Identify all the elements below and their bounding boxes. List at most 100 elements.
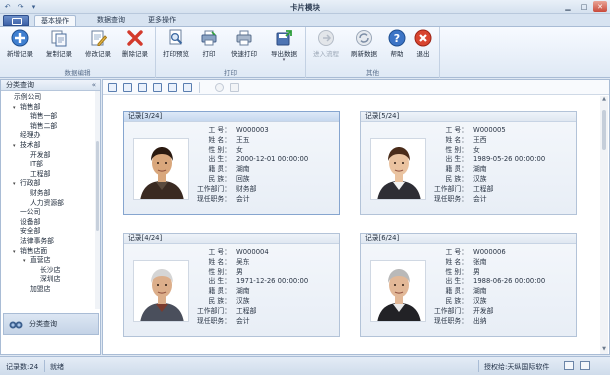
field-value: 1988-06-26 00:00:00 bbox=[473, 277, 546, 286]
tab-basic-operations[interactable]: 基本操作 bbox=[34, 15, 76, 26]
tree-node[interactable]: 设备部 bbox=[13, 218, 40, 227]
refresh-data-button[interactable]: 刷新数据 bbox=[346, 29, 382, 67]
tab-data-query[interactable]: 数据查询 bbox=[91, 15, 131, 26]
field-row: 姓 名： 吴东 bbox=[192, 258, 308, 268]
status-separator bbox=[478, 360, 479, 372]
grid-view-icon[interactable] bbox=[168, 83, 177, 92]
record-card-header: 记录[3/24] bbox=[124, 112, 339, 122]
field-row: 性 别： 女 bbox=[429, 146, 545, 156]
record-card[interactable]: 记录[4/24] 工 号： W000004 姓 名： 吴东性 别： 男出 生： 1971-1… bbox=[123, 233, 340, 337]
field-row: 工作部门： 工程部 bbox=[429, 185, 545, 195]
field-label: 籍 贯： bbox=[445, 287, 468, 296]
tree-node[interactable]: 开发部 bbox=[23, 151, 50, 160]
single-card-view-icon[interactable] bbox=[108, 83, 117, 92]
category-query-button[interactable]: 分类查询 bbox=[3, 313, 99, 335]
tree-node[interactable]: 加盟店 bbox=[23, 285, 50, 294]
scroll-thumb[interactable] bbox=[602, 110, 606, 150]
tree-node[interactable]: ▾ 行政部 bbox=[13, 179, 40, 188]
tree-toggle-icon[interactable]: ▾ bbox=[23, 257, 30, 266]
enter-workflow-button[interactable]: 进入流程 bbox=[308, 29, 344, 67]
close-window-button[interactable]: ✕ bbox=[593, 1, 607, 12]
tree-node[interactable]: 示例公司 bbox=[7, 93, 41, 102]
new-record-button[interactable]: 新增记录 bbox=[3, 29, 37, 67]
tree-node[interactable]: 销售二部 bbox=[23, 122, 57, 131]
tree-node[interactable]: 安全部 bbox=[13, 227, 40, 236]
tree-node-label: 工程部 bbox=[30, 169, 51, 178]
refresh-icon bbox=[355, 29, 373, 47]
tree-node-label: 一公司 bbox=[20, 208, 41, 217]
tree-node[interactable]: 深圳店 bbox=[33, 275, 60, 284]
tree-node[interactable]: IT部 bbox=[23, 160, 43, 169]
tree-toggle-icon[interactable]: ▾ bbox=[13, 248, 20, 257]
tree-node[interactable]: 经理办 bbox=[13, 131, 40, 140]
field-label: 性 别： bbox=[445, 145, 468, 154]
tree-node[interactable]: ▾ 销售店面 bbox=[13, 247, 47, 256]
tree-node[interactable]: 销售一部 bbox=[23, 112, 57, 121]
help-icon: ? bbox=[388, 29, 406, 47]
employee-photo bbox=[370, 260, 426, 322]
stacked-view-icon[interactable] bbox=[138, 83, 147, 92]
export-data-button[interactable]: 导出数据 ▾ bbox=[266, 29, 302, 67]
two-column-view-icon[interactable] bbox=[123, 83, 132, 92]
tree-node-label: 销售一部 bbox=[30, 112, 58, 121]
help-button[interactable]: ? 帮助 bbox=[386, 29, 408, 67]
tree-node[interactable]: 工程部 bbox=[23, 170, 50, 179]
field-value: W000003 bbox=[236, 126, 269, 134]
collapse-panel-icon[interactable]: « bbox=[92, 80, 96, 90]
list-view-icon[interactable] bbox=[153, 83, 162, 92]
field-row: 现任职务： 会计 bbox=[429, 195, 545, 205]
record-card[interactable]: 记录[3/24] 工 号： W000003 姓 名： 王五性 别： 女出 生： 2000-1… bbox=[123, 111, 340, 215]
field-row: 籍 贯： 湖南 bbox=[429, 287, 545, 297]
quick-print-button[interactable]: 快速打印 bbox=[226, 29, 262, 67]
tree-toggle-icon[interactable]: ▾ bbox=[13, 104, 20, 113]
tree-toggle-icon[interactable]: ▾ bbox=[13, 142, 20, 151]
zoom-icon[interactable] bbox=[215, 83, 224, 92]
tree-node[interactable]: 财务部 bbox=[23, 189, 50, 198]
application-menu-button[interactable] bbox=[3, 15, 29, 26]
tree-node[interactable]: ▾ 销售部 bbox=[13, 103, 40, 112]
record-card[interactable]: 记录[5/24] 工 号： W000005 姓 名： 王西性 别： 女出 生： 1989-0… bbox=[360, 111, 577, 215]
field-row: 工作部门： 财务部 bbox=[192, 185, 308, 195]
maximize-button[interactable]: □ bbox=[577, 1, 591, 12]
record-card[interactable]: 记录[6/24] 工 号： W000006 姓 名： 张南性 别： 男出 生： 1988-0… bbox=[360, 233, 577, 337]
tree-toggle-icon[interactable]: ▾ bbox=[13, 180, 20, 189]
print-button[interactable]: 打印 bbox=[196, 29, 222, 67]
field-row: 姓 名： 张南 bbox=[429, 258, 545, 268]
tree-node[interactable]: 法律事务部 bbox=[13, 237, 54, 246]
link-icon[interactable] bbox=[230, 83, 239, 92]
field-label: 民 族： bbox=[208, 296, 231, 305]
edit-record-button[interactable]: 修改记录 bbox=[81, 29, 115, 67]
field-label: 性 别： bbox=[208, 267, 231, 276]
field-row: 姓 名： 王五 bbox=[192, 136, 308, 146]
binoculars-icon bbox=[9, 321, 23, 329]
minimize-button[interactable]: ▁ bbox=[561, 1, 575, 12]
tree-node[interactable]: 人力资源部 bbox=[23, 199, 64, 208]
scroll-down-icon[interactable]: ▼ bbox=[600, 346, 608, 354]
tab-more-operations[interactable]: 更多操作 bbox=[142, 15, 182, 26]
print-preview-button[interactable]: 打印预览 bbox=[159, 29, 193, 67]
tree-node[interactable]: ▾ 直营店 bbox=[23, 256, 50, 265]
tree-node-label: 行政部 bbox=[20, 179, 41, 188]
card-view-scrollbar[interactable]: ▲ ▼ bbox=[600, 96, 608, 354]
customize-view-icon[interactable] bbox=[183, 83, 192, 92]
reading-view-icon[interactable] bbox=[580, 361, 590, 370]
field-label: 工 号： bbox=[445, 126, 468, 134]
field-row: 民 族： 汉族 bbox=[192, 297, 308, 307]
field-label: 籍 贯： bbox=[208, 165, 231, 174]
copy-record-button[interactable]: 复制记录 bbox=[42, 29, 76, 67]
field-row: 民 族： 回族 bbox=[192, 175, 308, 185]
tree-node[interactable]: 长沙店 bbox=[33, 266, 60, 275]
field-value: 汉族 bbox=[473, 296, 487, 305]
record-card-header: 记录[6/24] bbox=[361, 234, 576, 244]
tree-node[interactable]: ▾ 技术部 bbox=[13, 141, 40, 150]
tree-scrollbar[interactable] bbox=[95, 91, 100, 309]
scroll-up-icon[interactable]: ▲ bbox=[600, 96, 608, 104]
delete-record-button[interactable]: 删除记录 bbox=[118, 29, 152, 67]
normal-view-icon[interactable] bbox=[564, 361, 574, 370]
field-row: 籍 贯： 湖南 bbox=[429, 165, 545, 175]
tree-node[interactable]: 一公司 bbox=[13, 208, 40, 217]
field-value: 1971-12-26 00:00:00 bbox=[236, 277, 309, 286]
help-label: 帮助 bbox=[390, 50, 404, 58]
exit-button[interactable]: 退出 bbox=[412, 29, 434, 67]
employee-photo bbox=[133, 138, 189, 200]
